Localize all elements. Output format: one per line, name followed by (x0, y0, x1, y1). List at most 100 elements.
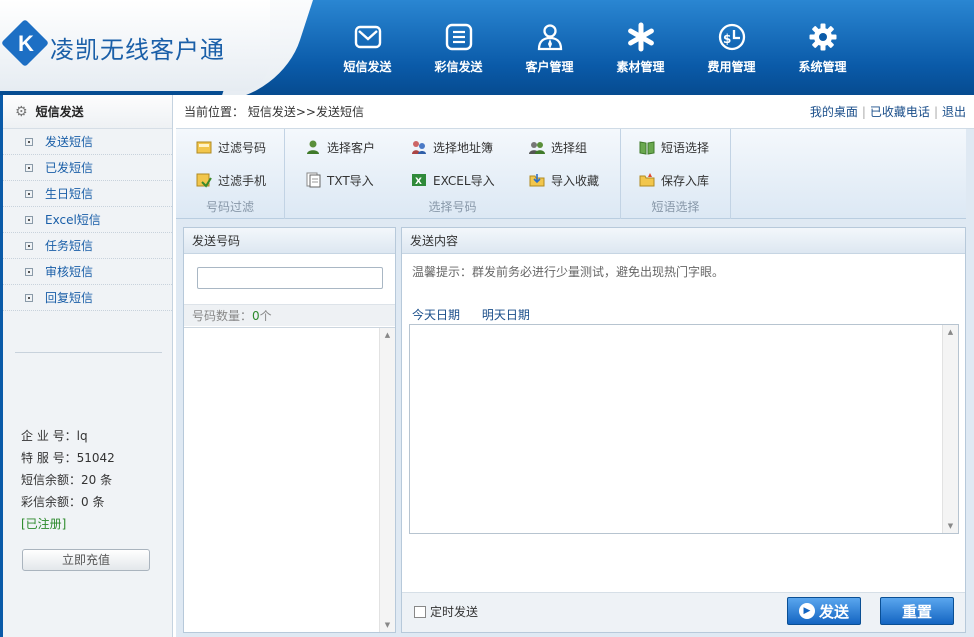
account-info: 企 业 号：lq 特 服 号：51042 短信余额：20 条 彩信余额：0 条 … (21, 425, 115, 535)
timed-send-checkbox[interactable] (414, 605, 426, 618)
logo-letter: K (18, 31, 34, 56)
date-links: 今天日期 明天日期 (412, 306, 548, 323)
select-addressbook-button[interactable]: 选择地址簿 (411, 137, 493, 157)
customer-icon (305, 139, 321, 155)
import-folder-icon (529, 172, 545, 188)
timed-send-label: 定时发送 (430, 605, 479, 619)
button-label: 保存入库 (661, 173, 710, 188)
link-logout[interactable]: 退出 (942, 105, 966, 119)
send-action-bar: 定时发送 ▶ 发送 重置 (402, 592, 965, 632)
group-icon (529, 139, 545, 155)
nav-material-manage[interactable]: 素材管理 (595, 0, 686, 95)
number-list[interactable]: ▲ ▼ (184, 327, 395, 632)
bullet-icon (25, 293, 33, 302)
content-panel-title: 发送内容 (402, 228, 965, 254)
sidebar-item-label: 已发短信 (45, 161, 94, 175)
button-label: 选择客户 (327, 140, 376, 155)
txt-file-icon (305, 172, 321, 188)
addressbook-icon (411, 139, 427, 155)
count-unit: 个 (259, 309, 272, 323)
sidebar-item-label: 生日短信 (45, 187, 94, 201)
timed-send[interactable]: 定时发送 (414, 603, 478, 620)
sidebar-item-label: Excel短信 (45, 213, 101, 227)
nav-customer-manage[interactable]: 客户管理 (504, 0, 595, 95)
arrow-right-icon: ▶ (798, 603, 815, 619)
sidebar-item-audit-sms[interactable]: 审核短信 (3, 259, 172, 285)
scroll-down-icon[interactable]: ▼ (380, 618, 395, 632)
bullet-icon (25, 189, 33, 198)
import-favorites-button[interactable]: 导入收藏 (529, 170, 599, 190)
select-customer-button[interactable]: 选择客户 (305, 137, 375, 157)
sidebar-item-excel-sms[interactable]: Excel短信 (3, 207, 172, 233)
nav-label: 素材管理 (616, 60, 665, 74)
filter-icon (196, 139, 212, 155)
bullet-icon (25, 267, 33, 276)
save-to-library-button[interactable]: 保存入库 (639, 170, 709, 190)
scroll-up-icon[interactable]: ▲ (943, 325, 958, 339)
numbers-panel-title: 发送号码 (184, 228, 395, 254)
filter-phone-icon (196, 172, 212, 188)
svg-text:$: $ (723, 32, 731, 46)
tomorrow-date-link[interactable]: 明天日期 (482, 308, 530, 322)
filter-mobile-button[interactable]: 过滤手机 (196, 170, 266, 190)
sidebar-item-sent-sms[interactable]: 已发短信 (3, 155, 172, 181)
number-count: 号码数量：0个 (184, 304, 395, 326)
bullet-icon (25, 215, 33, 224)
number-input[interactable] (197, 267, 383, 289)
scroll-down-icon[interactable]: ▼ (943, 519, 958, 533)
bullet-icon (25, 241, 33, 250)
nav-label: 彩信发送 (434, 60, 483, 74)
button-label: TXT导入 (327, 173, 374, 188)
link-separator: | (933, 105, 938, 119)
nav-fee-manage[interactable]: $ 费用管理 (686, 0, 777, 95)
sidebar-item-send-sms[interactable]: 发送短信 (3, 129, 172, 155)
sidebar-item-label: 发送短信 (45, 135, 94, 149)
button-label: 过滤手机 (218, 173, 267, 188)
dollar-clock-icon: $ (718, 23, 745, 51)
envelope-icon (354, 25, 381, 49)
toolbar-group-caption: 短语选择 (651, 200, 700, 214)
bullet-icon (25, 163, 33, 172)
sidebar-divider (15, 352, 162, 353)
book-icon (639, 139, 655, 155)
sidebar-item-reply-sms[interactable]: 回复短信 (3, 285, 172, 311)
toolbar: 过滤号码 过滤手机 号码过滤 选择客户 选择地址簿 选择组 TXT导入 X EX… (176, 129, 966, 219)
reset-button[interactable]: 重置 (880, 597, 954, 625)
scroll-up-icon[interactable]: ▲ (380, 328, 395, 342)
nav-sms-send[interactable]: 短信发送 (322, 0, 413, 95)
select-group-button[interactable]: 选择组 (529, 137, 587, 157)
svg-text:X: X (415, 177, 422, 187)
app-title: 凌凯无线客户通 (50, 36, 225, 64)
sidebar-item-task-sms[interactable]: 任务短信 (3, 233, 172, 259)
sidebar-item-label: 审核短信 (45, 265, 94, 279)
recharge-button[interactable]: 立即充值 (22, 549, 150, 571)
send-button[interactable]: ▶ 发送 (787, 597, 861, 625)
top-links: 我的桌面 | 已收藏电话 | 退出 (810, 103, 966, 120)
message-scrollbar[interactable]: ▲ ▼ (942, 325, 958, 533)
nav-system-manage[interactable]: 系统管理 (777, 0, 868, 95)
app-header: K 凌凯无线客户通 短信发送 彩信发送 客户管理 素材管理 $ 费用管理 系统管… (0, 0, 974, 95)
today-date-link[interactable]: 今天日期 (412, 308, 460, 322)
person-icon (537, 24, 562, 51)
count-value: 0 (252, 309, 260, 323)
breadcrumb-label: 当前位置： (184, 105, 245, 119)
number-list-scrollbar[interactable]: ▲ ▼ (379, 328, 395, 632)
content-panel: 发送内容 温馨提示：群发前务必进行少量测试，避免出现热门字眼。 今天日期 明天日… (401, 227, 966, 633)
toolbar-group-caption: 号码过滤 (205, 200, 254, 214)
sidebar-item-label: 任务短信 (45, 239, 94, 253)
toolbar-group-select-numbers: 选择客户 选择地址簿 选择组 TXT导入 X EXCEL导入 导入收藏 选择号码 (285, 129, 621, 219)
link-saved-phones[interactable]: 已收藏电话 (870, 105, 930, 119)
top-nav: 短信发送 彩信发送 客户管理 素材管理 $ 费用管理 系统管理 (322, 0, 868, 95)
phrase-select-button[interactable]: 短语选择 (639, 137, 709, 157)
excel-import-button[interactable]: X EXCEL导入 (411, 170, 495, 190)
sidebar-item-birthday-sms[interactable]: 生日短信 (3, 181, 172, 207)
bullet-icon (25, 137, 33, 146)
filter-numbers-button[interactable]: 过滤号码 (196, 137, 266, 157)
txt-import-button[interactable]: TXT导入 (305, 170, 374, 190)
nav-mms-send[interactable]: 彩信发送 (413, 0, 504, 95)
message-textarea[interactable]: ▲ ▼ (409, 324, 959, 534)
sidebar: ⚙ 短信发送 发送短信 已发短信 生日短信 Excel短信 任务短信 审核短信 … (0, 95, 173, 637)
service-number: 特 服 号：51042 (21, 451, 115, 465)
main-area: 当前位置： 短信发送>>发送短信 我的桌面 | 已收藏电话 | 退出 过滤号码 过滤手机… (176, 95, 974, 637)
link-my-desktop[interactable]: 我的桌面 (810, 105, 858, 119)
